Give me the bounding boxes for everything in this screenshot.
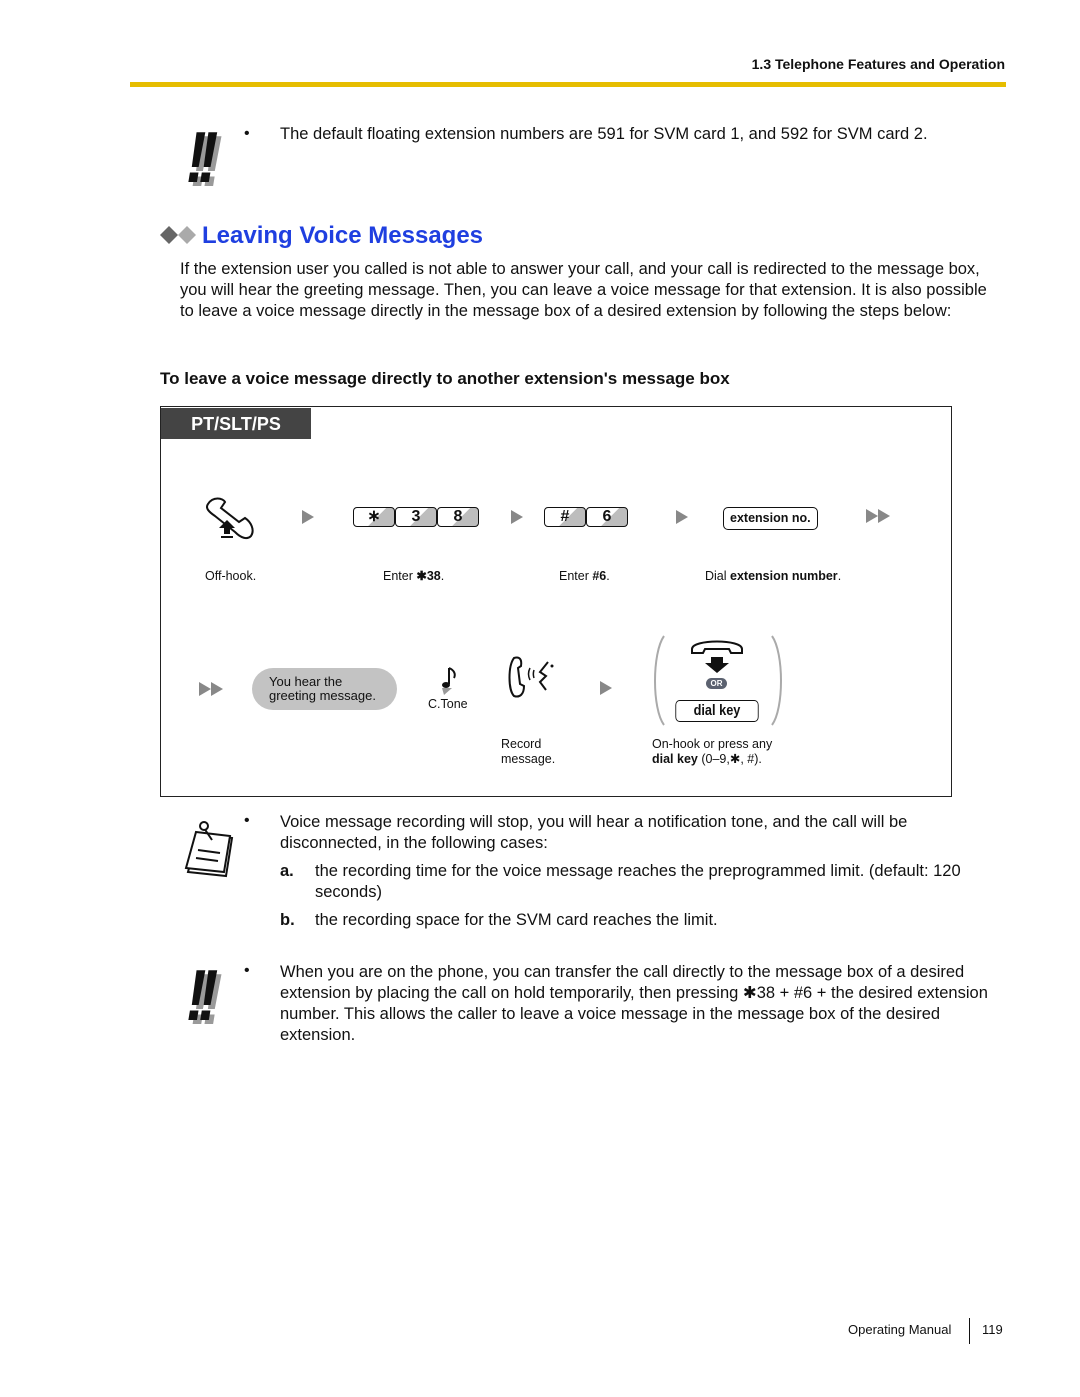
arrow-right-icon [302,510,314,524]
talk-into-handset-icon [508,656,554,698]
notice-bottom-text: When you are on the phone, you can trans… [280,963,988,1044]
double-exclamation-icon: !! [186,956,218,1036]
case-label-a: a. [280,862,294,880]
procedure-subtitle: To leave a voice message directly to ano… [160,369,730,388]
greeting-message-bubble: You hear the greeting message. [252,668,397,710]
extension-no-box: extension no. [723,507,818,530]
caption-line: On-hook or press any [652,737,773,751]
procedure-panel [160,406,952,797]
caption-line: Record [501,737,542,751]
case-label-b: b. [280,911,295,929]
caption-enter-star38: Enter ✱38. [383,569,444,584]
case-text-b: the recording space for the SVM card rea… [315,911,718,929]
bullet: • [244,125,250,142]
key-hash: # [544,507,586,527]
caption-bold: extension number [730,569,838,583]
or-badge: OR [706,678,727,689]
notice-top-text: The default floating extension numbers a… [280,125,928,143]
caption-bold: dial key [652,752,698,766]
key-8: 8 [437,507,479,527]
double-diamond-icon [160,226,196,244]
key-star: ∗ [353,507,395,527]
on-hook-icon [691,640,743,673]
arrow-right-icon [600,681,612,695]
caption-text: Enter [559,569,593,583]
caption-dial-extension: Dial extension number. [705,569,841,584]
caption-text: . [606,569,610,583]
section-header: 1.3 Telephone Features and Operation [751,56,1005,72]
keys-hash-6: #6 [544,507,628,527]
caption-on-hook-or-dial: On-hook or press any dial key (0–9,✱, #)… [652,737,772,767]
procedure-tab: PT/SLT/PS [161,408,311,439]
note-text: Voice message recording will stop, you w… [280,813,908,852]
caption-off-hook: Off-hook. [205,569,257,583]
caption-enter-hash6: Enter #6. [559,569,610,584]
caption-line: dial key (0–9,✱, #). [652,752,772,767]
caption-text: (0–9,✱, #). [697,752,762,766]
off-hook-icon [205,497,254,540]
memo-note-icon [184,821,234,878]
keys-star-38: ∗ 3 8 [353,507,479,527]
caption-text: Enter [383,569,417,583]
bullet: • [244,962,250,979]
confirmation-tone-icon [442,667,456,695]
case-text-a: the recording time for the voice message… [315,862,961,901]
double-exclamation-icon: !! [186,118,218,198]
double-arrow-icon [866,509,890,528]
greeting-line: You hear the [269,674,343,689]
key-6: 6 [586,507,628,527]
arrow-right-icon [676,510,688,524]
caption-text: . [837,569,842,583]
dial-key-box: dial key [675,700,759,722]
double-arrow-icon [199,682,223,701]
bullet: • [244,812,250,829]
footer-manual: Operating Manual [848,1322,952,1337]
caption-line: message. [501,752,556,766]
section-title: Leaving Voice Messages [202,222,484,249]
section-intro: If the extension user you called is not … [180,260,987,320]
caption-bold: #6 [592,569,607,583]
caption-record-message: Record message. [501,737,555,767]
caption-c-tone: C.Tone [428,697,468,711]
caption-text: Dial [705,569,731,583]
page-number: 119 [982,1322,1003,1337]
caption-text: . [440,569,445,583]
arrow-right-icon [511,510,523,524]
key-3: 3 [395,507,437,527]
header-rule [130,82,1006,87]
caption-bold: ✱38 [416,569,441,583]
footer-divider [969,1318,970,1344]
greeting-line: greeting message. [269,688,376,703]
